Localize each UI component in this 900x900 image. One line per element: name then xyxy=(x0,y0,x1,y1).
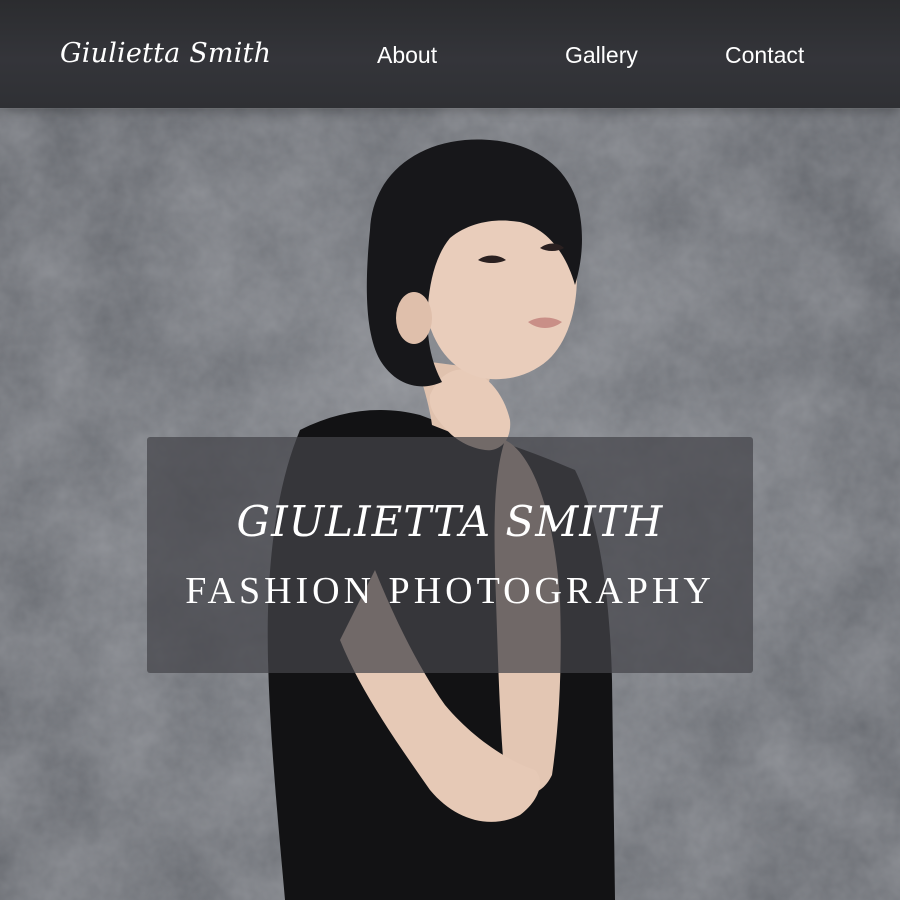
nav-link-gallery[interactable]: Gallery xyxy=(565,42,638,69)
hero-overlay: GIULIETTA SMITH FASHION PHOTOGRAPHY xyxy=(147,437,753,673)
hero-title: GIULIETTA SMITH xyxy=(236,497,664,546)
brand-logo-link[interactable]: Giulietta Smith xyxy=(60,38,271,69)
hero-subtitle: FASHION PHOTOGRAPHY xyxy=(185,570,715,612)
top-navbar: Giulietta Smith About Gallery Contact xyxy=(0,0,900,108)
nav-link-about[interactable]: About xyxy=(377,42,437,69)
page: Giulietta Smith About Gallery Contact GI… xyxy=(0,0,900,900)
nav-link-contact[interactable]: Contact xyxy=(725,42,804,69)
